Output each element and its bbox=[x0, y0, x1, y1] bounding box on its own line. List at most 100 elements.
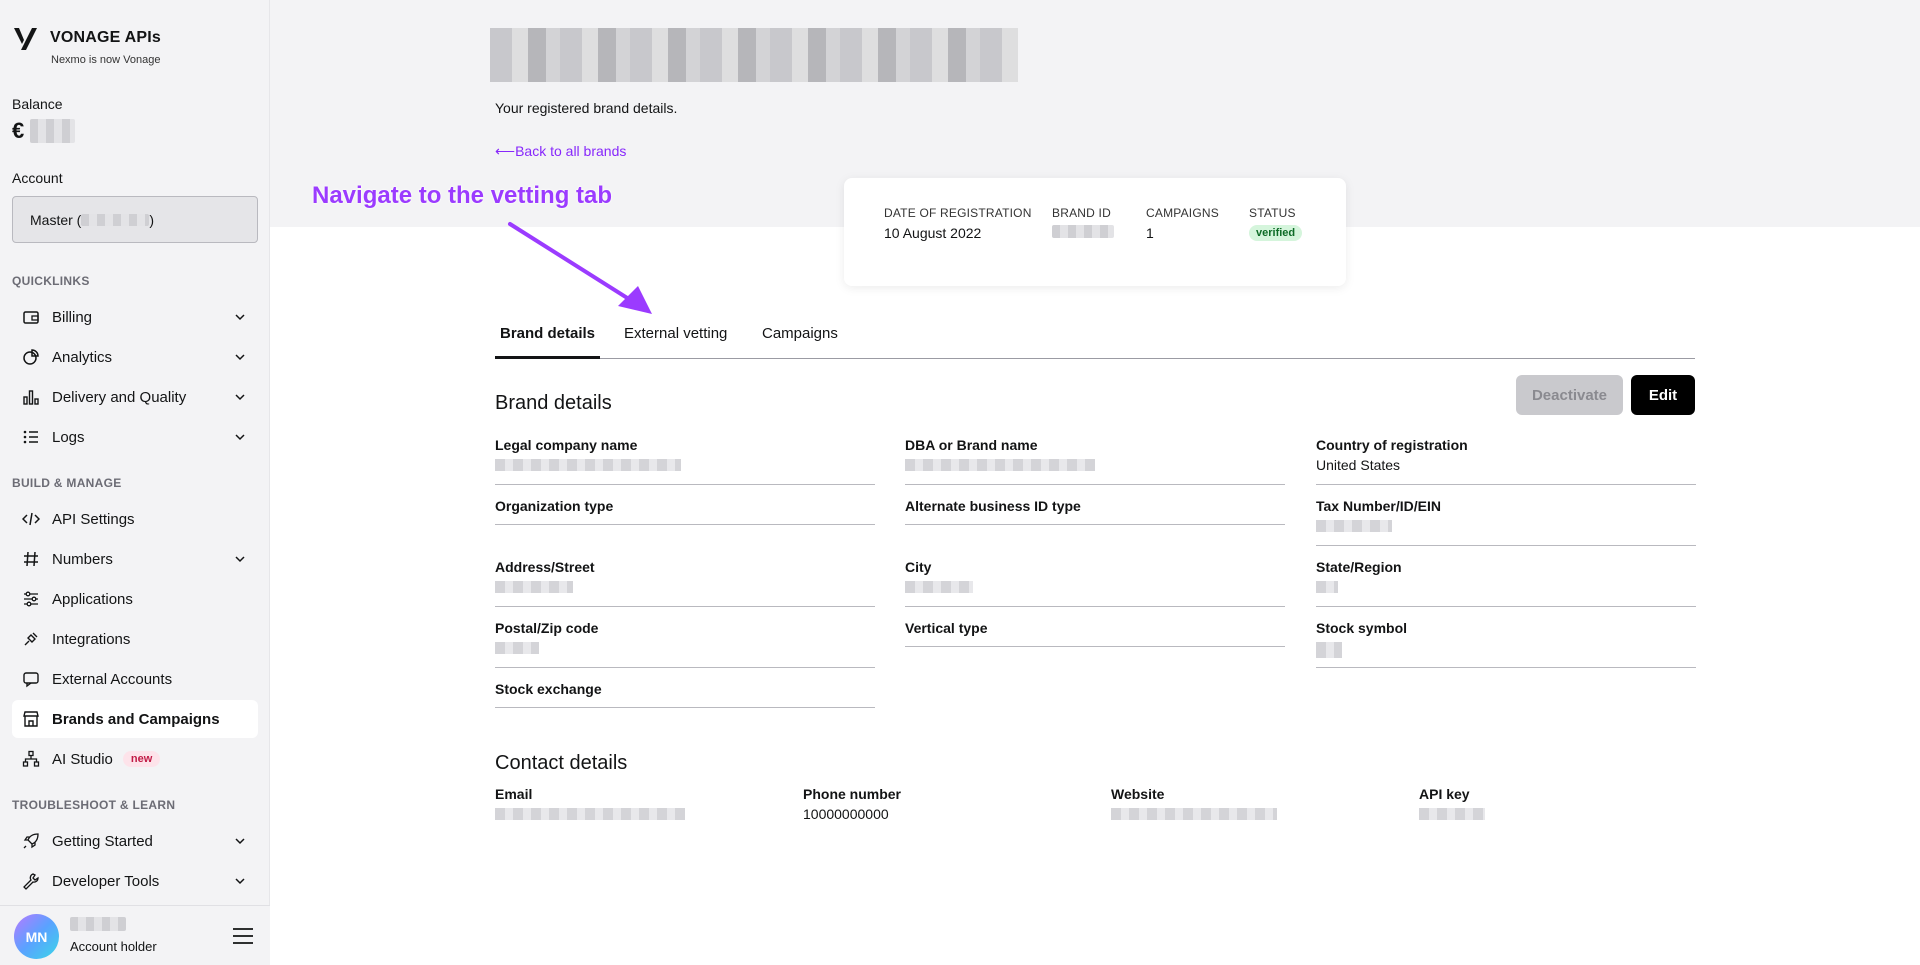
field-dba-brand-name: DBA or Brand name bbox=[905, 437, 1285, 485]
account-label: Account bbox=[12, 170, 63, 186]
legal-name-redacted bbox=[495, 459, 681, 471]
brand-subtitle: Nexmo is now Vonage bbox=[51, 54, 161, 66]
contact-email: Email bbox=[495, 786, 685, 825]
sidebar-item-analytics[interactable]: Analytics bbox=[12, 338, 258, 376]
field-label: DBA or Brand name bbox=[905, 437, 1038, 453]
tab-external-vetting[interactable]: External vetting bbox=[624, 325, 727, 359]
field-label: Legal company name bbox=[495, 437, 638, 453]
field-state: State/Region bbox=[1316, 559, 1696, 607]
sidebar-item-label: Analytics bbox=[52, 348, 113, 366]
new-badge: new bbox=[122, 751, 161, 767]
field-stock-symbol: Stock symbol bbox=[1316, 620, 1696, 668]
section-quicklinks: QUICKLINKS bbox=[12, 274, 90, 288]
vonage-logo[interactable]: VONAGE APIs bbox=[12, 24, 161, 52]
brand-details-heading: Brand details bbox=[495, 392, 612, 414]
page-subtitle: Your registered brand details. bbox=[495, 100, 678, 116]
tab-campaigns[interactable]: Campaigns bbox=[762, 325, 838, 359]
date-value: 10 August 2022 bbox=[884, 225, 982, 241]
field-label: Postal/Zip code bbox=[495, 620, 599, 636]
user-role: Account holder bbox=[70, 939, 157, 954]
api-key-redacted bbox=[1419, 808, 1485, 820]
contact-api-key: API key bbox=[1419, 786, 1485, 825]
field-label: Website bbox=[1111, 786, 1165, 802]
chevron-down-icon bbox=[235, 878, 245, 885]
sidebar-item-label: Integrations bbox=[52, 630, 131, 648]
field-alternate-business-id: Alternate business ID type bbox=[905, 498, 1285, 525]
sidebar-item-label: External Accounts bbox=[52, 670, 173, 688]
avatar[interactable]: MN bbox=[14, 914, 59, 959]
sidebar-item-external-accounts[interactable]: External Accounts bbox=[12, 660, 258, 698]
flow-icon bbox=[22, 750, 40, 768]
balance-amount-redacted bbox=[30, 119, 76, 143]
page-title-redacted bbox=[490, 28, 1018, 82]
date-label: DATE OF REGISTRATION bbox=[884, 206, 1032, 220]
sidebar-item-api-settings[interactable]: API Settings bbox=[12, 500, 258, 538]
contact-details-heading: Contact details bbox=[495, 752, 628, 774]
field-label: Stock exchange bbox=[495, 681, 602, 697]
field-label: API key bbox=[1419, 786, 1470, 802]
summary-status: STATUS verified bbox=[1249, 206, 1303, 241]
sidebar-item-delivery[interactable]: Delivery and Quality bbox=[12, 378, 258, 416]
sidebar-item-label: API Settings bbox=[52, 510, 135, 528]
code-icon bbox=[22, 510, 40, 528]
brand-summary-card: DATE OF REGISTRATION 10 August 2022 BRAN… bbox=[844, 178, 1346, 286]
field-label: Tax Number/ID/EIN bbox=[1316, 498, 1441, 514]
field-label: Alternate business ID type bbox=[905, 498, 1081, 514]
summary-date: DATE OF REGISTRATION 10 August 2022 bbox=[884, 206, 1032, 241]
email-redacted bbox=[495, 808, 685, 820]
bar-chart-icon bbox=[22, 388, 40, 406]
pie-chart-icon bbox=[22, 348, 40, 366]
field-label: City bbox=[905, 559, 932, 575]
sidebar-item-developer-tools[interactable]: Developer Tools bbox=[12, 862, 258, 900]
sidebar-item-billing[interactable]: Billing bbox=[12, 298, 258, 336]
website-redacted bbox=[1111, 808, 1277, 820]
state-redacted bbox=[1316, 581, 1338, 593]
stock-symbol-redacted bbox=[1316, 642, 1342, 658]
field-address: Address/Street bbox=[495, 559, 875, 607]
edit-button[interactable]: Edit bbox=[1631, 375, 1695, 415]
contact-website: Website bbox=[1111, 786, 1277, 825]
sidebar-item-label: Numbers bbox=[52, 550, 113, 568]
field-label: Country of registration bbox=[1316, 437, 1468, 453]
sidebar-item-integrations[interactable]: Integrations bbox=[12, 620, 258, 658]
field-label: State/Region bbox=[1316, 559, 1402, 575]
sidebar-item-logs[interactable]: Logs bbox=[12, 418, 258, 456]
store-icon bbox=[22, 710, 40, 728]
account-value: Master ( bbox=[30, 211, 82, 228]
hamburger-menu-icon[interactable] bbox=[232, 926, 254, 946]
sidebar-item-numbers[interactable]: Numbers bbox=[12, 540, 258, 578]
back-to-brands-link[interactable]: ⟵Back to all brands bbox=[495, 143, 626, 160]
section-troubleshoot: TROUBLESHOOT & LEARN bbox=[12, 798, 176, 812]
tab-brand-details[interactable]: Brand details bbox=[495, 325, 601, 359]
sidebar-item-applications[interactable]: Applications bbox=[12, 580, 258, 618]
chevron-down-icon bbox=[235, 556, 245, 563]
chevron-down-icon bbox=[235, 354, 245, 361]
user-profile[interactable]: MN Account holder bbox=[0, 905, 270, 965]
chevron-down-icon bbox=[235, 838, 245, 845]
account-id-redacted bbox=[81, 213, 150, 226]
sidebar-item-brands-campaigns[interactable]: Brands and Campaigns bbox=[12, 700, 258, 738]
account-select[interactable]: Master ( ) bbox=[12, 196, 258, 243]
field-stock-exchange: Stock exchange bbox=[495, 681, 875, 708]
sidebar-item-label: AI Studio bbox=[52, 750, 113, 768]
phone-value: 10000000000 bbox=[803, 806, 889, 822]
rocket-icon bbox=[22, 832, 40, 850]
sidebar-item-label: Getting Started bbox=[52, 832, 153, 850]
country-value: United States bbox=[1316, 457, 1401, 473]
field-country: Country of registration United States bbox=[1316, 437, 1696, 485]
plug-icon bbox=[22, 630, 40, 648]
sidebar-item-label: Developer Tools bbox=[52, 872, 160, 890]
address-redacted bbox=[495, 581, 573, 593]
status-label: STATUS bbox=[1249, 206, 1296, 220]
wallet-icon bbox=[22, 308, 40, 326]
summary-campaigns: CAMPAIGNS 1 bbox=[1146, 206, 1219, 241]
postal-redacted bbox=[495, 642, 539, 654]
dba-redacted bbox=[905, 459, 1095, 471]
sidebar-item-getting-started[interactable]: Getting Started bbox=[12, 822, 258, 860]
summary-brand-id: BRAND ID bbox=[1052, 206, 1114, 241]
city-redacted bbox=[905, 581, 973, 593]
sidebar-item-ai-studio[interactable]: AI Studio new bbox=[12, 740, 258, 778]
brand-id-label: BRAND ID bbox=[1052, 206, 1111, 220]
deactivate-button[interactable]: Deactivate bbox=[1516, 375, 1623, 415]
chat-icon bbox=[22, 670, 40, 688]
